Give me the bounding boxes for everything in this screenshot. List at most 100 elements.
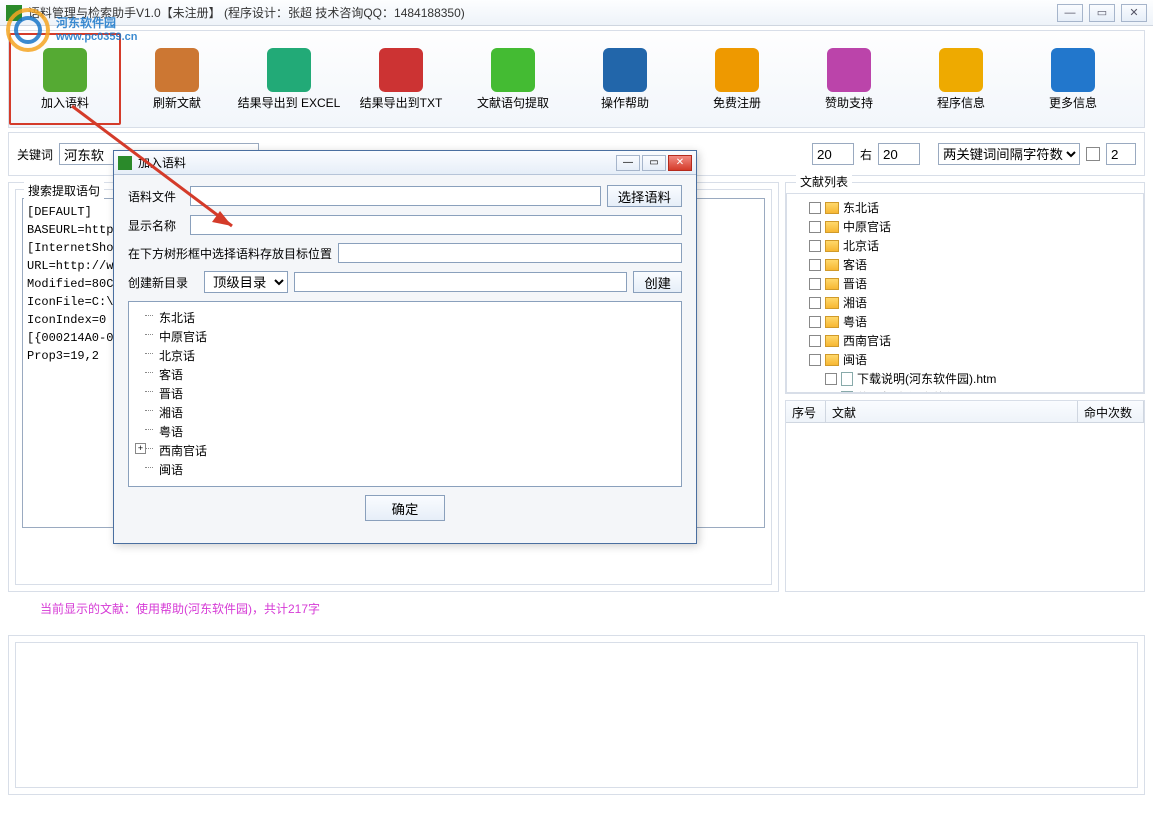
folder-icon bbox=[825, 316, 839, 328]
dialog-tree-item[interactable]: 北京话 bbox=[135, 346, 675, 365]
sep-input[interactable] bbox=[1106, 143, 1136, 165]
tool-label: 赞助支持 bbox=[825, 96, 873, 110]
dialog-tree-label: 东北话 bbox=[159, 311, 195, 325]
dialog-tree-item[interactable]: 粤语 bbox=[135, 422, 675, 441]
tool-label: 结果导出到TXT bbox=[360, 96, 443, 110]
dialog-tree-item[interactable]: 湘语 bbox=[135, 403, 675, 422]
create-dir-button[interactable]: 创建 bbox=[633, 271, 682, 293]
display-name-label: 显示名称 bbox=[128, 217, 184, 234]
document-icon bbox=[841, 391, 853, 394]
tool-dict[interactable]: 刷新文献 bbox=[121, 33, 233, 125]
watermark-name: 河东软件园 bbox=[56, 17, 138, 30]
tree-checkbox[interactable] bbox=[825, 373, 837, 385]
dialog-tree-label: 粤语 bbox=[159, 425, 183, 439]
close-button[interactable]: ✕ bbox=[1121, 4, 1147, 22]
dialog-tree-label: 中原官话 bbox=[159, 330, 207, 344]
doc-tree-item[interactable]: 中原官话 bbox=[791, 217, 1139, 236]
maximize-button[interactable]: ▭ bbox=[1089, 4, 1115, 22]
dialog-titlebar[interactable]: 加入语料 — ▭ ✕ bbox=[114, 151, 696, 175]
minimize-button[interactable]: — bbox=[1057, 4, 1083, 22]
dialog-tree-item[interactable]: 东北话 bbox=[135, 308, 675, 327]
tree-item-label: 下载说明(河东软件园).htm bbox=[857, 370, 996, 387]
hit-col-count[interactable]: 命中次数 bbox=[1078, 401, 1144, 422]
tree-item-label: 客语 bbox=[843, 256, 867, 273]
tree-item-label: 闽语 bbox=[843, 351, 867, 368]
doc-tree-item[interactable]: 西南官话 bbox=[791, 331, 1139, 350]
doc-tree-item[interactable]: 湘语 bbox=[791, 293, 1139, 312]
hit-col-index[interactable]: 序号 bbox=[786, 401, 826, 422]
watermark: 河东软件园 www.pc0359.cn bbox=[6, 8, 138, 52]
dialog-close-button[interactable]: ✕ bbox=[668, 155, 692, 171]
dialog-maximize-button[interactable]: ▭ bbox=[642, 155, 666, 171]
dialog-minimize-button[interactable]: — bbox=[616, 155, 640, 171]
hit-col-doc[interactable]: 文献 bbox=[826, 401, 1078, 422]
newdir-input[interactable] bbox=[294, 272, 627, 292]
doc-tree-item[interactable]: 北京话 bbox=[791, 236, 1139, 255]
corpus-file-input[interactable] bbox=[190, 186, 601, 206]
folder-icon bbox=[825, 278, 839, 290]
tool-reg[interactable]: 免费注册 bbox=[681, 33, 793, 125]
target-pos-input[interactable] bbox=[338, 243, 682, 263]
corpus-file-label: 语料文件 bbox=[128, 188, 184, 205]
tool-info[interactable]: 程序信息 bbox=[905, 33, 1017, 125]
tool-excel[interactable]: 结果导出到 EXCEL bbox=[233, 33, 345, 125]
dialog-tree-item[interactable]: + 西南官话 bbox=[135, 441, 675, 460]
watermark-logo bbox=[6, 8, 50, 52]
tool-txt[interactable]: 结果导出到TXT bbox=[345, 33, 457, 125]
folder-icon bbox=[825, 335, 839, 347]
doc-tree[interactable]: 东北话中原官话北京话客语晋语湘语粤语西南官话闽语下载说明(河东软件园).htm使… bbox=[786, 193, 1144, 393]
tree-checkbox[interactable] bbox=[809, 316, 821, 328]
tool-more[interactable]: 更多信息 bbox=[1017, 33, 1129, 125]
hit-table: 序号 文献 命中次数 bbox=[785, 400, 1145, 592]
doc-tree-item[interactable]: 东北话 bbox=[791, 198, 1139, 217]
bottom-inner[interactable] bbox=[15, 642, 1138, 788]
more-icon bbox=[1051, 48, 1095, 92]
tree-checkbox[interactable] bbox=[809, 240, 821, 252]
dialog-app-icon bbox=[118, 156, 132, 170]
dialog-tree-label: 湘语 bbox=[159, 406, 183, 420]
watermark-url: www.pc0359.cn bbox=[56, 31, 138, 43]
tool-label: 更多信息 bbox=[1049, 96, 1097, 110]
help-icon bbox=[603, 48, 647, 92]
doc-tree-item[interactable]: 晋语 bbox=[791, 274, 1139, 293]
dialog-tree-item[interactable]: 客语 bbox=[135, 365, 675, 384]
tool-chat[interactable]: 文献语句提取 bbox=[457, 33, 569, 125]
newdir-combo[interactable]: 顶级目录 bbox=[204, 271, 288, 293]
sep-select[interactable]: 两关键词间隔字符数 bbox=[938, 143, 1080, 165]
titlebar: 语料管理与检索助手V1.0【未注册】 (程序设计：张超 技术咨询QQ：14841… bbox=[0, 0, 1153, 26]
folder-icon bbox=[825, 202, 839, 214]
display-name-input[interactable] bbox=[190, 215, 682, 235]
excel-icon bbox=[267, 48, 311, 92]
tree-checkbox[interactable] bbox=[809, 278, 821, 290]
right-input[interactable] bbox=[878, 143, 920, 165]
tool-help[interactable]: 操作帮助 bbox=[569, 33, 681, 125]
tool-label: 加入语料 bbox=[41, 96, 89, 110]
dialog-ok-button[interactable]: 确定 bbox=[365, 495, 445, 521]
expand-icon[interactable]: + bbox=[135, 443, 146, 454]
doc-tree-item[interactable]: 下载说明(河东软件园).htm bbox=[791, 369, 1139, 388]
tool-support[interactable]: 赞助支持 bbox=[793, 33, 905, 125]
sep-checkbox[interactable] bbox=[1086, 147, 1100, 161]
tree-checkbox[interactable] bbox=[809, 221, 821, 233]
tree-checkbox[interactable] bbox=[809, 354, 821, 366]
left-input[interactable] bbox=[812, 143, 854, 165]
dialog-tree-label: 闽语 bbox=[159, 463, 183, 477]
tree-checkbox[interactable] bbox=[809, 259, 821, 271]
dialog-tree-item[interactable]: 晋语 bbox=[135, 384, 675, 403]
dialog-tree-label: 西南官话 bbox=[159, 444, 207, 458]
dialog-tree-item[interactable]: 中原官话 bbox=[135, 327, 675, 346]
doc-list-title: 文献列表 bbox=[796, 173, 852, 190]
tree-checkbox[interactable] bbox=[809, 297, 821, 309]
doc-tree-item[interactable]: 粤语 bbox=[791, 312, 1139, 331]
doc-tree-item[interactable]: 使用帮助(河东软件园).url bbox=[791, 388, 1139, 393]
doc-tree-item[interactable]: 客语 bbox=[791, 255, 1139, 274]
tree-checkbox[interactable] bbox=[809, 335, 821, 347]
tree-checkbox[interactable] bbox=[825, 392, 837, 394]
tool-label: 程序信息 bbox=[937, 96, 985, 110]
tree-checkbox[interactable] bbox=[809, 202, 821, 214]
target-pos-label: 在下方树形框中选择语料存放目标位置 bbox=[128, 245, 332, 262]
doc-tree-item[interactable]: 闽语 bbox=[791, 350, 1139, 369]
dialog-tree[interactable]: 东北话中原官话北京话客语晋语湘语粤语 + 西南官话闽语 bbox=[128, 301, 682, 487]
dialog-tree-item[interactable]: 闽语 bbox=[135, 460, 675, 479]
select-corpus-button[interactable]: 选择语料 bbox=[607, 185, 682, 207]
